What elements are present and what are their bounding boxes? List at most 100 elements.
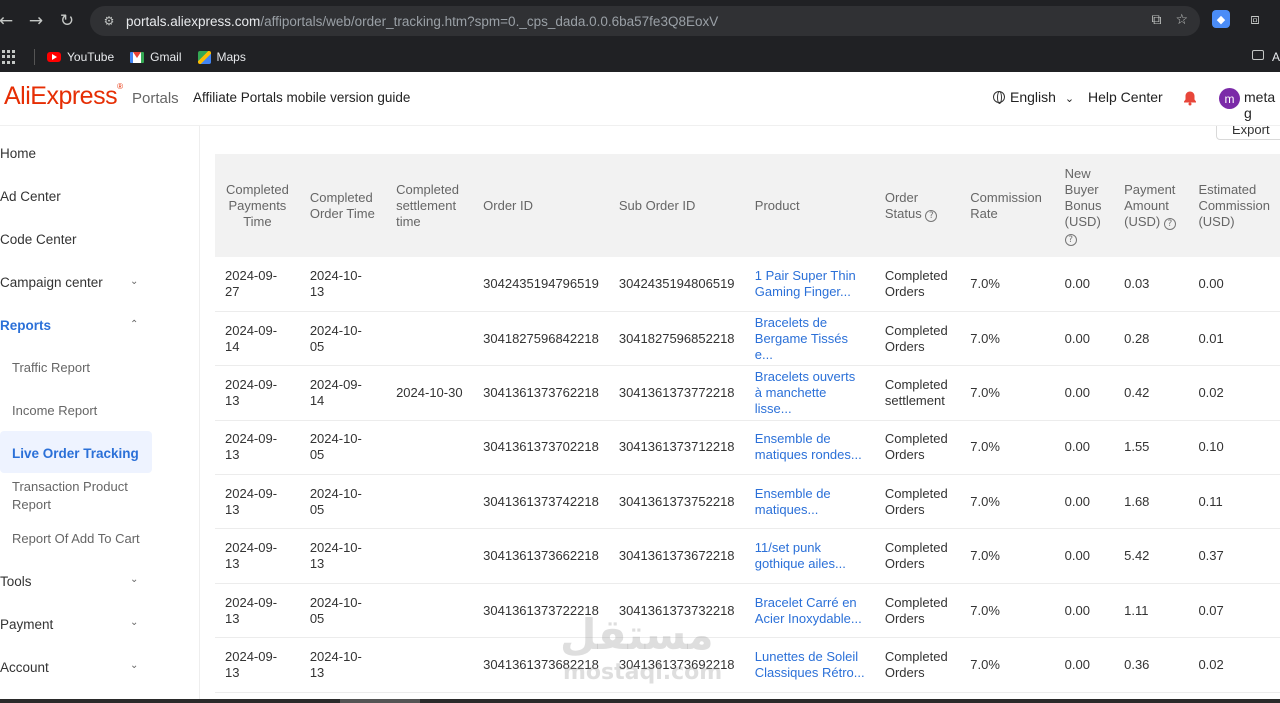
youtube-icon (47, 52, 61, 62)
cell-new-buyer-bonus: 0.00 (1054, 311, 1115, 367)
cell-new-buyer-bonus: 0.00 (1054, 420, 1115, 476)
globe-icon (993, 91, 1005, 104)
sidebar-item-home[interactable]: Home (0, 146, 150, 161)
chevron-down-icon: ⌄ (130, 617, 139, 628)
cell-product[interactable]: Lunettes de Soleil Classiques Rétro... (744, 637, 875, 693)
forward-icon[interactable]: → (22, 7, 50, 35)
back-icon[interactable]: ← (0, 7, 20, 35)
bookmark-label: Maps (216, 50, 246, 64)
cell-product[interactable]: Bracelets ouverts à manchette lisse... (744, 365, 875, 421)
cell-payment-amount: 5.42 (1114, 528, 1189, 584)
help-icon[interactable]: ? (1163, 217, 1176, 230)
cell-order-id: 3041361373742218 (473, 474, 609, 530)
col-commission-rate: Commission Rate (960, 154, 1055, 257)
cell-payments-time: 2024-09-13 (215, 474, 300, 530)
cell-product[interactable]: Ensemble de matiques... (744, 474, 875, 530)
sidebar-item-ad-center[interactable]: Ad Center (0, 189, 150, 204)
cell-sub-order-id: 3042435194806519 (608, 257, 745, 312)
cell-settlement-time (386, 257, 474, 312)
cell-estimated-commission: 0.37 (1188, 528, 1280, 584)
address-bar[interactable]: ⚙ portals.aliexpress.com /affiportals/we… (90, 6, 1200, 36)
chevron-up-icon: ⌃ (130, 319, 139, 330)
avatar[interactable]: m (1219, 88, 1240, 109)
table-row: 2024-09-27 2024-10-13 3042435194796519 3042… (215, 257, 1280, 312)
col-new-buyer-bonus-label: New Buyer Bonus (USD) (1064, 165, 1102, 229)
help-center-link[interactable]: Help Center (1088, 89, 1163, 105)
table-row: 2024-09-13 2024-10-13 3041361373662218 3041… (215, 528, 1280, 584)
export-button[interactable]: Export (1216, 126, 1280, 140)
aliexpress-logo[interactable]: AliExpress® (4, 82, 123, 111)
cell-commission-rate: 7.0% (960, 528, 1055, 584)
bookmark-youtube[interactable]: YouTube (47, 50, 114, 64)
bookmark-label: Gmail (150, 50, 182, 64)
cell-order-status: Completed Orders (874, 528, 961, 584)
col-sub-order-id: Sub Order ID (608, 154, 745, 257)
col-completed-payments-time: Completed Payments Time (215, 154, 300, 257)
extensions-puzzle-icon[interactable]: ⧈ (1246, 10, 1264, 28)
sidebar-item-code-center[interactable]: Code Center (0, 232, 150, 247)
cell-order-id: 3041827596842218 (473, 311, 609, 367)
cell-estimated-commission: 0.07 (1188, 583, 1280, 639)
cell-product[interactable]: 1 Pair Super Thin Gaming Finger... (744, 257, 875, 312)
sidebar-item-account[interactable]: Account (0, 660, 150, 675)
language-selector[interactable]: English ⌄ (993, 89, 1074, 105)
cell-settlement-time (386, 474, 474, 530)
mobile-guide-link[interactable]: Affiliate Portals mobile version guide (193, 90, 410, 105)
cell-new-buyer-bonus: 0.00 (1054, 257, 1115, 312)
sidebar-item-add-to-cart-report[interactable]: Report Of Add To Cart (12, 530, 147, 548)
sidebar-item-tools[interactable]: Tools (0, 574, 150, 589)
sidebar-item-income-report[interactable]: Income Report (12, 402, 147, 420)
language-label: English (1010, 89, 1056, 105)
cell-product[interactable]: Bracelet Carré en Acier Inoxydable... (744, 583, 875, 639)
cell-sub-order-id: 3041361373672218 (608, 528, 745, 584)
cell-product[interactable]: Ensemble de matiques rondes... (744, 420, 875, 476)
cell-order-id: 3041361373762218 (473, 365, 609, 421)
sidebar-item-campaign-center[interactable]: Campaign center (0, 275, 150, 290)
cell-order-status: Completed Orders (874, 311, 961, 367)
horizontal-scrollbar[interactable] (0, 699, 1280, 703)
sidebar-item-live-order-tracking[interactable]: Live Order Tracking (12, 445, 147, 463)
cell-estimated-commission: 0.01 (1188, 311, 1280, 367)
cell-settlement-time (386, 528, 474, 584)
install-app-icon[interactable]: ⧉ (1151, 12, 1161, 28)
cell-order-time: 2024-10-13 (299, 637, 387, 693)
cell-order-time: 2024-10-13 (299, 528, 387, 584)
cell-product[interactable]: Bracelets de Bergame Tissés e... (744, 311, 875, 367)
table-row: 2024-09-13 2024-10-13 3041361373682218 3041… (215, 637, 1280, 693)
user-name[interactable]: meta g (1244, 89, 1280, 121)
sidebar: Home Ad Center Code Center Campaign cent… (0, 126, 200, 703)
cell-commission-rate: 7.0% (960, 474, 1055, 530)
cell-order-time: 2024-10-05 (299, 420, 387, 476)
help-icon[interactable]: ? (1064, 233, 1077, 246)
apps-grid-icon[interactable] (2, 50, 16, 64)
cell-settlement-time (386, 311, 474, 367)
table-header-row: Completed Payments Time Completed Order … (215, 154, 1280, 257)
cell-settlement-time: 2024-10-30 (386, 365, 474, 421)
cell-product[interactable]: 11/set punk gothique ailes... (744, 528, 875, 584)
cell-payments-time: 2024-09-13 (215, 365, 300, 421)
sidebar-item-transaction-product-report[interactable]: Transaction Product Report (12, 478, 147, 514)
bookmark-maps[interactable]: Maps (197, 50, 246, 64)
bookmark-gmail[interactable]: Gmail (130, 50, 182, 64)
bell-icon[interactable] (1182, 90, 1198, 106)
extension-icon[interactable]: ◆ (1212, 10, 1230, 28)
cell-order-id: 3041361373702218 (473, 420, 609, 476)
sidebar-item-traffic-report[interactable]: Traffic Report (12, 359, 147, 377)
help-icon[interactable]: ? (925, 209, 938, 222)
cell-sub-order-id: 3041361373752218 (608, 474, 745, 530)
col-completed-order-time: Completed Order Time (299, 154, 387, 257)
sidebar-item-reports[interactable]: Reports (0, 318, 150, 333)
site-info-icon[interactable]: ⚙ (100, 12, 118, 30)
orders-table: Completed Payments Time Completed Order … (215, 154, 1280, 693)
portals-label: Portals (132, 90, 179, 107)
col-product: Product (744, 154, 875, 257)
folder-icon[interactable] (1252, 50, 1264, 60)
chevron-down-icon: ⌄ (130, 276, 139, 287)
sidebar-item-payment[interactable]: Payment (0, 617, 150, 632)
url-host: portals.aliexpress.com (126, 13, 261, 29)
cell-settlement-time (386, 420, 474, 476)
reload-icon[interactable]: ↻ (53, 7, 81, 35)
table-row: 2024-09-13 2024-09-14 2024-10-30 3041361373… (215, 365, 1280, 421)
bookmark-star-icon[interactable]: ☆ (1175, 12, 1188, 28)
cell-new-buyer-bonus: 0.00 (1054, 583, 1115, 639)
